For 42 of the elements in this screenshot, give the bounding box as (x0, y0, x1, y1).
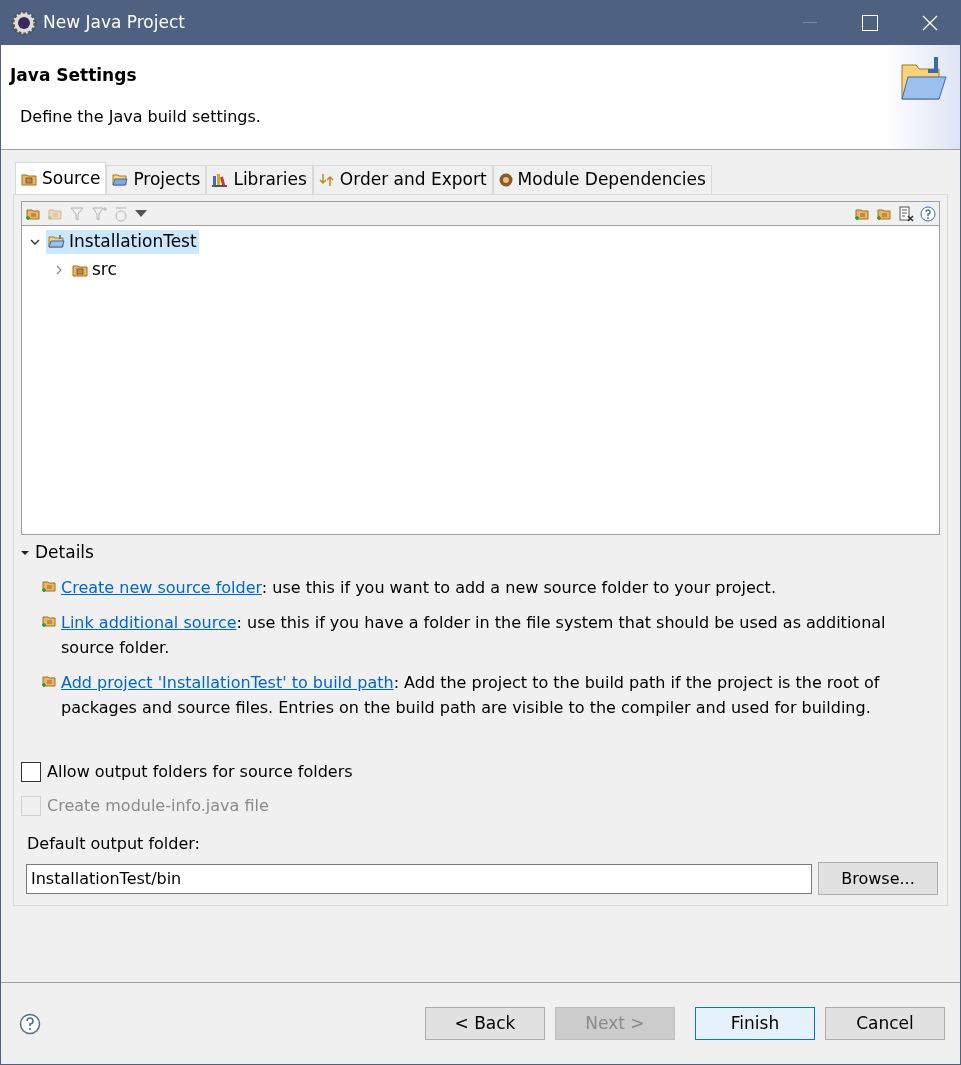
folder-icon (112, 173, 129, 187)
browse-button[interactable]: Browse... (818, 862, 938, 895)
tab[interactable]: Projects (106, 165, 207, 194)
dialog-button[interactable]: < Back (425, 1007, 545, 1040)
output-folder-label: Default output folder: (27, 833, 201, 855)
source-folder-icon[interactable] (41, 613, 57, 629)
tab[interactable]: Order and Export (312, 165, 493, 194)
delete-file-icon[interactable] (898, 205, 914, 222)
details-link[interactable]: Link additional source (61, 613, 237, 632)
arrows-icon (318, 173, 335, 187)
disclosure-triangle-icon (21, 549, 29, 557)
tree-item[interactable]: src (70, 258, 119, 282)
help-icon[interactable] (920, 205, 936, 222)
tree-item[interactable]: InstallationTest (46, 230, 199, 254)
tab[interactable]: Module Dependencies (492, 165, 712, 194)
help-icon[interactable] (19, 1012, 41, 1035)
tab[interactable]: Libraries (206, 165, 313, 194)
tab[interactable]: Source (15, 162, 107, 194)
books-icon (212, 173, 229, 187)
details-link[interactable]: Create new source folder (61, 578, 262, 597)
package-folder-icon (21, 171, 37, 186)
checkbox-label: Allow output folders for source folders (47, 761, 353, 783)
dialog-button[interactable]: Cancel (825, 1007, 945, 1040)
details-description: Add project 'InstallationTest' to build path: Add the project to the build path if the project is the root of packages and source files. Entries on the build path are visible to the compiler and used for building. (61, 672, 881, 719)
project-folder-icon (48, 235, 65, 249)
details-link[interactable]: Add project 'InstallationTest' to build path (61, 673, 394, 692)
page-title: Java Settings (10, 64, 138, 87)
checkbox-label: Create module-info.java file (47, 795, 269, 817)
window-title: New Java Project (43, 10, 185, 34)
dialog-button[interactable]: Finish (695, 1007, 815, 1040)
package-folder-icon (72, 263, 88, 277)
source-folder-icon[interactable] (41, 578, 57, 594)
details-description: Create new source folder: use this if you want to add a new source folder to your project. (61, 577, 776, 599)
output-folder-field[interactable]: InstallationTest/bin (26, 863, 812, 894)
page-description: Define the Java build settings. (20, 105, 262, 128)
module-icon (498, 173, 513, 187)
details-description: Link additional source: use this if you have a folder in the file system that should be used as additional source folder. (61, 612, 887, 659)
details-toggle[interactable]: Details (21, 541, 940, 565)
dropdown-caret-icon[interactable] (135, 209, 147, 218)
checkbox[interactable] (21, 762, 41, 782)
gear-icon (11, 9, 37, 36)
source-folder-icon[interactable] (41, 673, 57, 689)
